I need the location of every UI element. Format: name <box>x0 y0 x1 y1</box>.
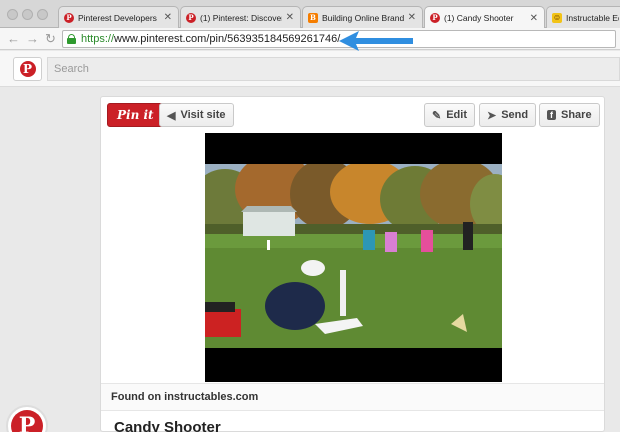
pencil-icon: ✎ <box>432 109 442 122</box>
pin-card: Pin it ◀ Visit site ✎ Edit ➤ Send f Shar… <box>100 96 605 432</box>
share-button[interactable]: f Share <box>539 103 600 127</box>
browser-tab-pinterest-discover[interactable]: P (1) Pinterest: Discover and ✕ <box>180 6 301 28</box>
blogger-icon: B <box>308 12 318 23</box>
annotation-arrow-icon <box>339 31 413 51</box>
browser-tab-building-online-brand[interactable]: B Building Online Brand ✕ <box>302 6 423 28</box>
url-path: www.pinterest.com/pin/563935184569261746… <box>114 33 341 45</box>
close-icon[interactable]: ✕ <box>408 12 416 23</box>
found-on-source[interactable]: Found on instructables.com <box>101 383 604 411</box>
reload-icon[interactable]: ↻ <box>45 31 56 47</box>
browser-tab-strip: P Pinterest Developers ✕ P (1) Pinterest… <box>0 0 620 29</box>
browser-tab-pinterest-developers[interactable]: P Pinterest Developers ✕ <box>58 6 179 28</box>
video-player[interactable] <box>205 133 502 382</box>
pin-page: Pin it ◀ Visit site ✎ Edit ➤ Send f Shar… <box>0 88 620 432</box>
close-icon[interactable]: ✕ <box>286 12 294 23</box>
send-button[interactable]: ➤ Send <box>479 103 537 127</box>
page-gutter <box>606 88 620 432</box>
facebook-icon: f <box>547 110 556 120</box>
browser-tab-instructable-editor[interactable]: ☺ Instructable Editor <box>546 6 620 28</box>
browser-tab-candy-shooter[interactable]: P (1) Candy Shooter ✕ <box>424 6 545 29</box>
tab-title: (1) Candy Shooter <box>444 13 514 23</box>
edit-label: Edit <box>446 109 467 121</box>
pin-action-bar: Pin it ◀ Visit site ✎ Edit ➤ Send f Shar… <box>101 97 604 133</box>
send-label: Send <box>501 109 529 121</box>
url-scheme: https:// <box>81 33 115 45</box>
video-frame <box>205 164 502 348</box>
forward-arrow-icon[interactable]: → <box>26 31 39 47</box>
search-input[interactable]: Search <box>47 57 620 81</box>
browser-toolbar: ← → ↻ https://www.pinterest.com/pin/5639… <box>0 28 620 50</box>
tab-title: (1) Pinterest: Discover and <box>200 12 282 23</box>
close-window-button[interactable] <box>7 9 18 20</box>
zoom-window-button[interactable] <box>37 9 48 20</box>
pinterest-logo-icon: P <box>11 410 43 432</box>
lock-icon <box>67 34 76 44</box>
megaphone-icon: ◀ <box>167 109 176 122</box>
visit-site-button[interactable]: ◀ Visit site <box>159 103 234 127</box>
minimize-window-button[interactable] <box>22 9 33 20</box>
instructables-icon: ☺ <box>552 12 562 23</box>
tab-title: Instructable Editor <box>566 12 619 23</box>
pinterest-home-button[interactable]: P <box>13 57 42 81</box>
pinterest-header: P Search <box>0 51 620 87</box>
tab-title: Pinterest Developers <box>78 12 157 23</box>
paper-plane-icon: ➤ <box>487 109 497 122</box>
pin-title: Candy Shooter <box>114 419 221 432</box>
close-icon[interactable]: ✕ <box>530 13 538 24</box>
tab-title: Building Online Brand <box>322 12 404 23</box>
pinterest-icon: P <box>430 13 440 23</box>
pin-it-button[interactable]: Pin it <box>107 103 164 127</box>
pinterest-icon: P <box>64 12 74 23</box>
edit-button[interactable]: ✎ Edit <box>424 103 475 127</box>
pinterest-icon: P <box>186 12 196 23</box>
close-icon[interactable]: ✕ <box>164 12 172 23</box>
share-label: Share <box>561 109 592 121</box>
pinterest-logo-icon: P <box>19 61 36 77</box>
back-arrow-icon[interactable]: ← <box>7 31 20 47</box>
visit-site-label: Visit site <box>180 109 226 121</box>
